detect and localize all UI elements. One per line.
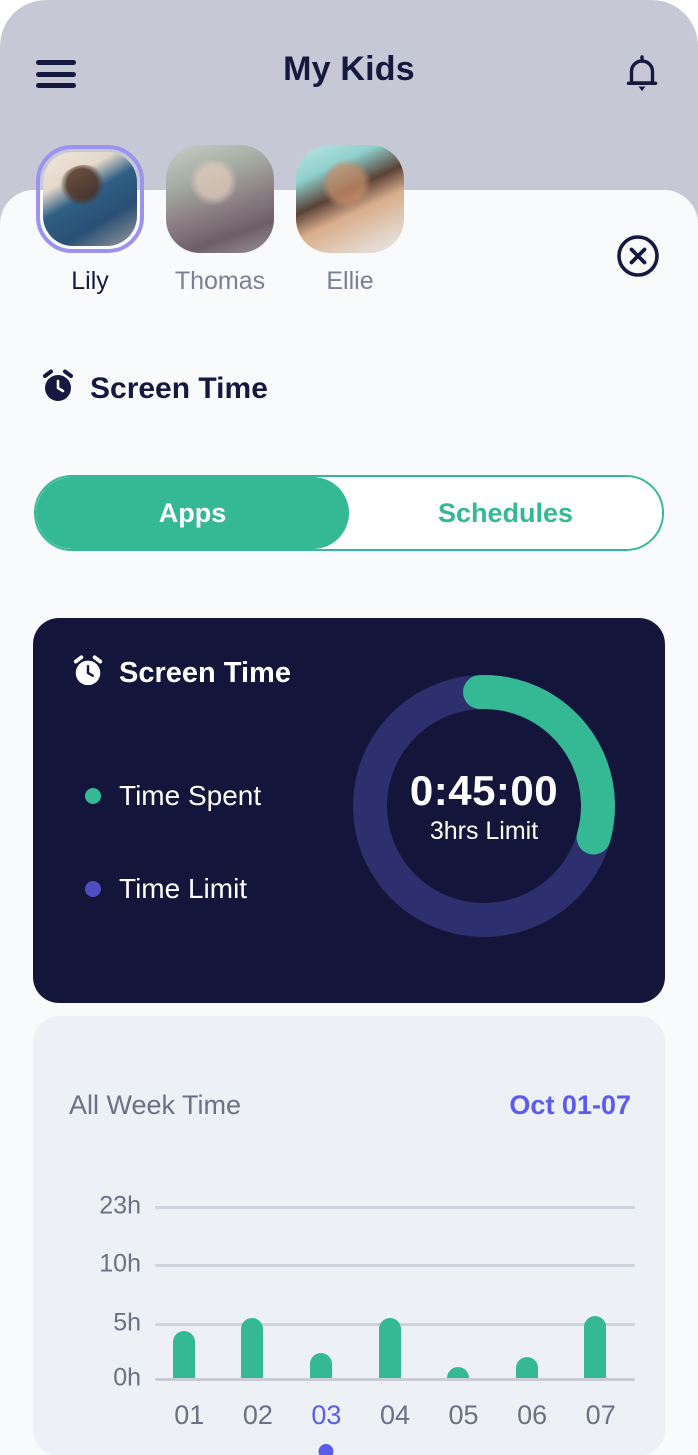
legend-time-spent: Time Spent (85, 780, 261, 812)
kid-item-thomas[interactable]: Thomas (166, 145, 274, 296)
alarm-clock-icon (40, 368, 76, 409)
alarm-clock-icon (71, 654, 105, 693)
section-title: Screen Time (40, 368, 268, 409)
gridline (155, 1206, 635, 1209)
segmented-control: Apps Schedules (34, 475, 664, 551)
kid-name-label: Thomas (174, 267, 266, 295)
kid-item-lily[interactable]: Lily (36, 145, 144, 296)
kids-selector: Lily Thomas Ellie (36, 145, 404, 296)
screen-time-donut-chart: 0:45:00 3hrs Limit (348, 670, 620, 942)
x-axis-tick[interactable]: 03 (296, 1400, 356, 1431)
x-axis-tick[interactable]: 01 (159, 1400, 219, 1431)
x-axis-tick[interactable]: 04 (365, 1400, 425, 1431)
tab-apps[interactable]: Apps (36, 477, 349, 549)
bar[interactable] (515, 1357, 538, 1378)
week-card-title: All Week Time (69, 1090, 242, 1120)
tab-schedules[interactable]: Schedules (349, 477, 662, 549)
donut-svg (353, 675, 615, 937)
notification-bell-icon[interactable] (622, 52, 662, 96)
y-axis-tick: 5h (113, 1308, 141, 1337)
bar[interactable] (447, 1367, 470, 1378)
week-bar-chart: 23h 10h 5h 0h 01 02 03 04 05 06 07 (69, 1174, 635, 1455)
card-heading: Screen Time (71, 654, 291, 693)
y-axis-tick: 10h (99, 1249, 141, 1278)
legend-label: Time Limit (119, 873, 248, 904)
bar[interactable] (378, 1317, 401, 1378)
bar[interactable] (172, 1330, 195, 1378)
y-axis-tick: 0h (113, 1363, 141, 1392)
bar[interactable] (584, 1316, 607, 1378)
gridline (155, 1264, 635, 1267)
close-circle-icon[interactable] (614, 232, 662, 280)
avatar (296, 145, 404, 253)
x-axis-tick[interactable]: 07 (571, 1400, 631, 1431)
legend-label: Time Spent (119, 780, 262, 811)
gridline (155, 1378, 635, 1381)
kid-name-label: Ellie (326, 267, 374, 295)
phone-screen: My Kids Lily Thomas Ellie Screen Time Ap… (0, 0, 698, 1455)
active-day-indicator-dot (318, 1444, 334, 1455)
legend-time-limit: Time Limit (85, 873, 247, 905)
avatar-photo-ellie (296, 145, 404, 253)
legend-dot-purple (85, 881, 101, 897)
screen-time-card: Screen Time Time Spent Time Limit 0:45:0… (33, 618, 665, 1003)
card-heading-label: Screen Time (119, 657, 291, 689)
avatar (36, 145, 144, 253)
week-date-range[interactable]: Oct 01-07 (509, 1090, 631, 1121)
bar[interactable] (309, 1352, 332, 1378)
all-week-time-card: All Week Time Oct 01-07 23h 10h 5h 0h 01 02 03… (33, 1016, 665, 1455)
avatar-photo-thomas (166, 145, 274, 253)
page-title: My Kids (283, 50, 415, 88)
kid-name-label: Lily (71, 267, 109, 295)
avatar (166, 145, 274, 253)
x-axis-tick[interactable]: 06 (502, 1400, 562, 1431)
avatar-photo-lily (43, 152, 137, 246)
section-title-label: Screen Time (90, 371, 268, 405)
legend-dot-green (85, 788, 101, 804)
y-axis-tick: 23h (99, 1191, 141, 1220)
kid-item-ellie[interactable]: Ellie (296, 145, 404, 296)
x-axis-tick[interactable]: 05 (434, 1400, 494, 1431)
bar[interactable] (241, 1317, 264, 1378)
x-axis-tick[interactable]: 02 (228, 1400, 288, 1431)
